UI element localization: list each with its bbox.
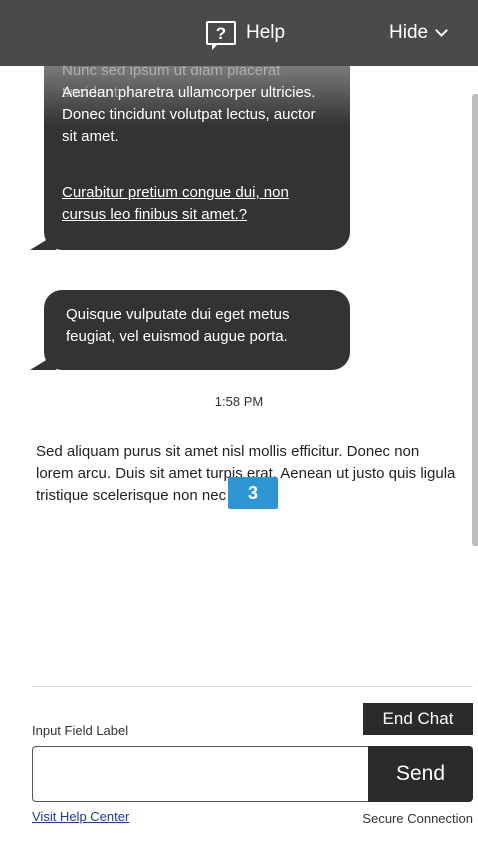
secure-connection-text: Secure Connection [362,811,473,826]
message-text: Quisque vulputate dui eget metus feugiat… [66,306,290,345]
message-timestamp: 1:58 PM [214,394,264,409]
customer-message-bubble: Quisque vulputate dui eget metus feugiat… [30,290,350,370]
bubble-tail [30,234,56,250]
visit-help-center-link[interactable]: Visit Help Center [32,809,129,824]
bubble-tail [30,354,56,370]
message-text: Aenean pharetra ullamcorper ultricies. D… [62,84,316,145]
message-link[interactable]: Curabitur pretium congue dui, non cursus… [62,182,332,226]
scrollbar[interactable] [472,94,478,546]
message-input[interactable] [32,746,368,802]
end-chat-button[interactable]: End Chat [363,703,473,735]
divider [32,686,473,687]
step-badge: 3 [228,477,278,509]
input-field-label: Input Field Label [32,723,129,738]
customer-message-bubble: Nunc sed ipsum ut diam placerat tincidun… [30,40,350,250]
help-button[interactable]: ? Help [206,18,286,50]
hide-label: Hide [389,22,429,43]
help-label: Help [246,22,286,43]
send-button[interactable]: Send [368,746,473,802]
chevron-down-icon [435,24,448,37]
help-bubble-icon: ? [206,21,236,50]
hide-button[interactable]: Hide [389,18,448,48]
chat-header: ? Help Hide [0,0,478,66]
